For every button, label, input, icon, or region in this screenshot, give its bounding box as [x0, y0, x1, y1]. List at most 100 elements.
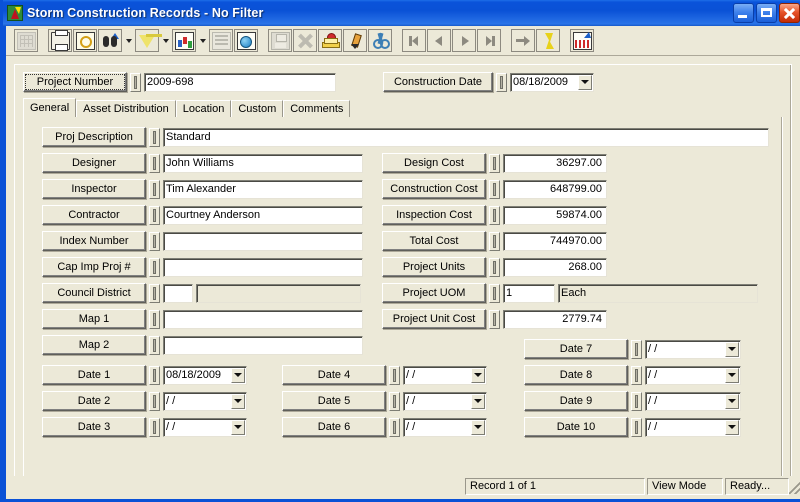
designer-label[interactable]: Designer: [42, 153, 146, 173]
map-1-label[interactable]: Map 1: [42, 309, 146, 329]
tab-location[interactable]: Location: [175, 100, 232, 117]
inspection-cost-input[interactable]: 59874.00: [503, 205, 607, 225]
index-number-pin-icon[interactable]: [149, 231, 160, 251]
date-2-input[interactable]: / /: [163, 391, 247, 411]
construction-cost-input[interactable]: 648799.00: [503, 179, 607, 199]
design-cost-label[interactable]: Design Cost: [382, 153, 486, 173]
date-5-input[interactable]: / /: [403, 391, 487, 411]
map-1-input[interactable]: [163, 309, 363, 329]
tab-custom[interactable]: Custom: [231, 100, 284, 117]
inspector-pin-icon[interactable]: [149, 179, 160, 199]
project-units-pin-icon[interactable]: [489, 257, 500, 277]
date-6-pin-icon[interactable]: [389, 417, 400, 437]
map-2-label[interactable]: Map 2: [42, 335, 146, 355]
cut-icon[interactable]: [368, 29, 392, 52]
date-9-label[interactable]: Date 9: [524, 391, 628, 411]
council-district-label[interactable]: Council District: [42, 283, 146, 303]
properties-icon[interactable]: [209, 29, 233, 52]
project-unit-cost-pin-icon[interactable]: [489, 309, 500, 329]
date-10-input[interactable]: / /: [645, 417, 741, 437]
contractor-pin-icon[interactable]: [149, 205, 160, 225]
date-3-dropdown-icon[interactable]: [231, 419, 245, 435]
date-3-label[interactable]: Date 3: [42, 417, 146, 437]
date-10-label[interactable]: Date 10: [524, 417, 628, 437]
map-2-pin-icon[interactable]: [149, 335, 160, 355]
construction-date-dropdown-icon[interactable]: [578, 74, 592, 90]
design-cost-pin-icon[interactable]: [489, 153, 500, 173]
construction-date-input[interactable]: 08/18/2009: [510, 72, 594, 92]
maximize-button[interactable]: [756, 3, 777, 23]
next-record-icon[interactable]: [452, 29, 476, 52]
date-7-dropdown-icon[interactable]: [725, 341, 739, 357]
export-icon[interactable]: [570, 29, 594, 52]
previous-record-icon[interactable]: [427, 29, 451, 52]
inspection-cost-pin-icon[interactable]: [489, 205, 500, 225]
project-number-label[interactable]: Project Number: [23, 72, 127, 92]
date-4-input[interactable]: / /: [403, 365, 487, 385]
project-uom-label[interactable]: Project UOM: [382, 283, 486, 303]
contractor-label[interactable]: Contractor: [42, 205, 146, 225]
date-3-pin-icon[interactable]: [149, 417, 160, 437]
tab-comments[interactable]: Comments: [283, 100, 351, 117]
date-3-input[interactable]: / /: [163, 417, 247, 437]
project-uom-code-input[interactable]: 1: [503, 283, 555, 303]
inspection-cost-label[interactable]: Inspection Cost: [382, 205, 486, 225]
date-9-dropdown-icon[interactable]: [725, 393, 739, 409]
total-cost-label[interactable]: Total Cost: [382, 231, 486, 251]
date-7-input[interactable]: / /: [645, 339, 741, 359]
total-cost-input[interactable]: 744970.00: [503, 231, 607, 251]
council-district-code-input[interactable]: [163, 283, 193, 303]
project-uom-pin-icon[interactable]: [489, 283, 500, 303]
date-1-input[interactable]: 08/18/2009: [163, 365, 247, 385]
date-8-input[interactable]: / /: [645, 365, 741, 385]
date-4-pin-icon[interactable]: [389, 365, 400, 385]
project-number-pin-icon[interactable]: [130, 72, 141, 92]
date-5-pin-icon[interactable]: [389, 391, 400, 411]
designer-pin-icon[interactable]: [149, 153, 160, 173]
date-1-dropdown-icon[interactable]: [231, 367, 245, 383]
print-icon[interactable]: [48, 29, 72, 52]
project-units-label[interactable]: Project Units: [382, 257, 486, 277]
close-button[interactable]: [779, 3, 800, 23]
filter-dropdown-icon[interactable]: [160, 29, 171, 52]
proj-description-label[interactable]: Proj Description: [42, 127, 146, 147]
date-10-pin-icon[interactable]: [631, 417, 642, 437]
date-2-pin-icon[interactable]: [149, 391, 160, 411]
cap-imp-proj-label[interactable]: Cap Imp Proj #: [42, 257, 146, 277]
date-8-pin-icon[interactable]: [631, 365, 642, 385]
date-6-input[interactable]: / /: [403, 417, 487, 437]
tab-general[interactable]: General: [23, 98, 77, 117]
total-cost-pin-icon[interactable]: [489, 231, 500, 251]
date-8-label[interactable]: Date 8: [524, 365, 628, 385]
save-icon[interactable]: [268, 29, 292, 52]
date-1-label[interactable]: Date 1: [42, 365, 146, 385]
project-number-input[interactable]: 2009-698: [144, 72, 336, 92]
construction-date-label[interactable]: Construction Date: [383, 72, 493, 92]
date-2-dropdown-icon[interactable]: [231, 393, 245, 409]
first-record-icon[interactable]: [402, 29, 426, 52]
web-export-icon[interactable]: [234, 29, 258, 52]
cap-imp-proj-pin-icon[interactable]: [149, 257, 160, 277]
minimize-button[interactable]: [733, 3, 754, 23]
goto-record-icon[interactable]: [511, 29, 535, 52]
report-dropdown-icon[interactable]: [197, 29, 208, 52]
report-icon[interactable]: [172, 29, 196, 52]
date-10-dropdown-icon[interactable]: [725, 419, 739, 435]
map-2-input[interactable]: [163, 335, 363, 355]
date-9-pin-icon[interactable]: [631, 391, 642, 411]
project-unit-cost-label[interactable]: Project Unit Cost: [382, 309, 486, 329]
print-preview-icon[interactable]: [73, 29, 97, 52]
delete-icon[interactable]: [293, 29, 317, 52]
construction-date-pin-icon[interactable]: [496, 72, 507, 92]
date-9-input[interactable]: / /: [645, 391, 741, 411]
date-7-pin-icon[interactable]: [631, 339, 642, 359]
date-8-dropdown-icon[interactable]: [725, 367, 739, 383]
grid-view-icon[interactable]: [14, 29, 38, 52]
find-icon[interactable]: [98, 29, 122, 52]
design-cost-input[interactable]: 36297.00: [503, 153, 607, 173]
proj-description-input[interactable]: Standard: [163, 127, 769, 147]
inspector-input[interactable]: Tim Alexander: [163, 179, 363, 199]
project-unit-cost-input[interactable]: 2779.74: [503, 309, 607, 329]
inspector-label[interactable]: Inspector: [42, 179, 146, 199]
date-1-pin-icon[interactable]: [149, 365, 160, 385]
